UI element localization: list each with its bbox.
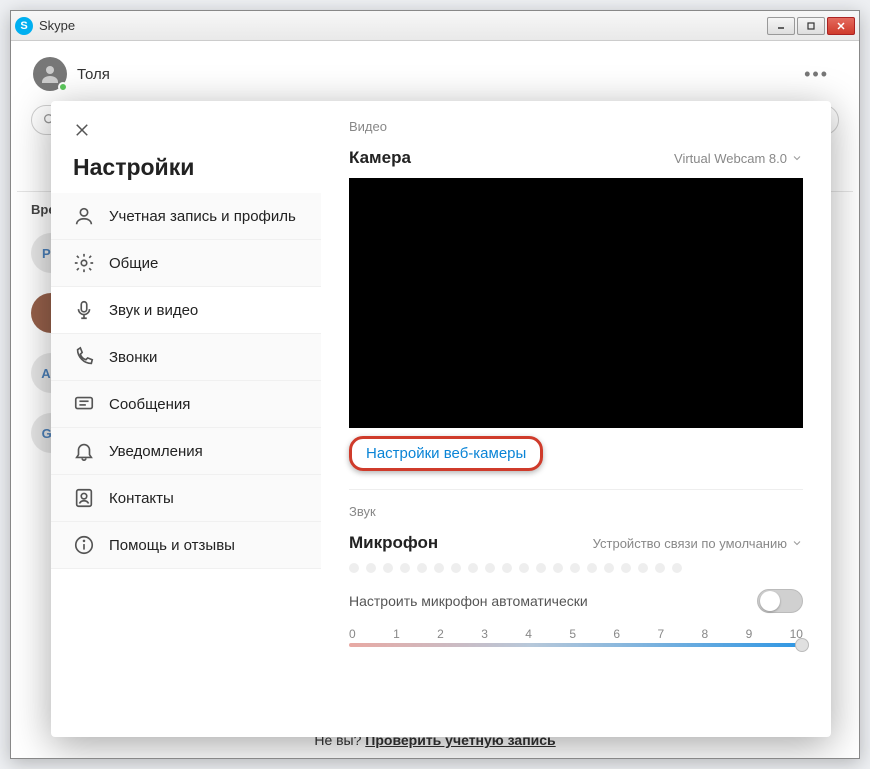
nav-general[interactable]: Общие	[51, 240, 321, 287]
slider-scale: 012345678910	[349, 627, 803, 641]
close-button[interactable]	[827, 17, 855, 35]
camera-select[interactable]: Virtual Webcam 8.0	[674, 151, 803, 166]
chevron-down-icon	[791, 152, 803, 164]
person-icon	[73, 205, 95, 227]
close-icon	[73, 121, 91, 139]
client-area: Толя ••• П Чат Время PB AO GE Не вы? Про…	[11, 41, 859, 758]
presence-indicator	[58, 82, 68, 92]
microphone-label: Микрофон	[349, 533, 438, 553]
mic-icon	[73, 299, 95, 321]
profile-row: Толя •••	[17, 47, 853, 101]
mic-volume-slider[interactable]	[349, 643, 803, 653]
auto-mic-label: Настроить микрофон автоматически	[349, 593, 588, 609]
bell-icon	[73, 440, 95, 462]
camera-label: Камера	[349, 148, 411, 168]
camera-preview	[349, 178, 803, 428]
contacts-icon	[73, 487, 95, 509]
more-icon[interactable]: •••	[796, 64, 837, 85]
video-section-label: Видео	[349, 119, 803, 134]
nav-account[interactable]: Учетная запись и профиль	[51, 193, 321, 240]
settings-sidebar: Настройки Учетная запись и профиль Общие…	[51, 101, 321, 737]
close-settings-button[interactable]	[73, 121, 321, 144]
slider-thumb[interactable]	[795, 638, 809, 652]
nav-messages[interactable]: Сообщения	[51, 381, 321, 428]
window-controls	[767, 17, 855, 35]
app-window: S Skype Толя •••	[10, 10, 860, 759]
mic-level-meter	[349, 563, 803, 573]
skype-icon: S	[15, 17, 33, 35]
settings-title: Настройки	[51, 150, 321, 193]
phone-icon	[73, 346, 95, 368]
avatar[interactable]	[33, 57, 67, 91]
message-icon	[73, 393, 95, 415]
divider	[349, 489, 803, 490]
settings-panel: Настройки Учетная запись и профиль Общие…	[51, 101, 831, 737]
titlebar: S Skype	[11, 11, 859, 41]
nav-contacts[interactable]: Контакты	[51, 475, 321, 522]
microphone-select[interactable]: Устройство связи по умолчанию	[593, 536, 803, 551]
background-app: Толя ••• П Чат Время PB AO GE Не вы? Про…	[17, 47, 853, 752]
audio-section-label: Звук	[349, 504, 803, 519]
gear-icon	[73, 252, 95, 274]
nav-audio-video[interactable]: Звук и видео	[51, 287, 321, 334]
info-icon	[73, 534, 95, 556]
auto-mic-toggle[interactable]	[757, 589, 803, 613]
nav-notifications[interactable]: Уведомления	[51, 428, 321, 475]
window-title: Skype	[39, 18, 767, 33]
webcam-settings-link[interactable]: Настройки веб-камеры	[349, 436, 543, 471]
nav-calls[interactable]: Звонки	[51, 334, 321, 381]
profile-name[interactable]: Толя	[77, 66, 796, 83]
minimize-button[interactable]	[767, 17, 795, 35]
maximize-button[interactable]	[797, 17, 825, 35]
nav-help[interactable]: Помощь и отзывы	[51, 522, 321, 569]
chevron-down-icon	[791, 537, 803, 549]
settings-content: Видео Камера Virtual Webcam 8.0 Настройк…	[321, 101, 831, 737]
